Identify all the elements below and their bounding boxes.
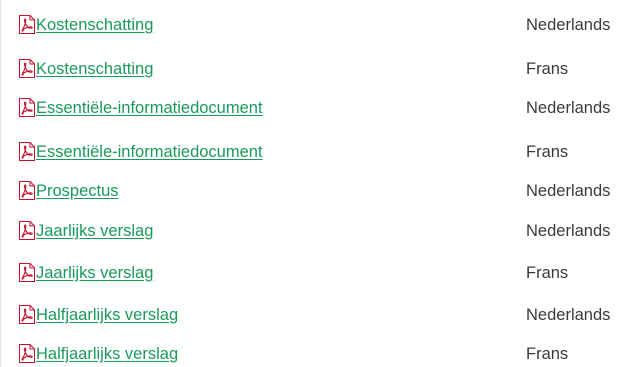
document-language: Nederlands [526, 99, 611, 117]
document-language: Nederlands [526, 222, 611, 240]
document-row: Kostenschatting Frans [1, 56, 638, 82]
pdf-icon[interactable] [18, 344, 36, 363]
pdf-icon[interactable] [18, 221, 36, 240]
pdf-icon[interactable] [18, 305, 36, 324]
document-link[interactable]: Essentiële-informatiedocument [36, 98, 263, 118]
document-link[interactable]: Essentiële-informatiedocument [36, 142, 263, 162]
document-language: Nederlands [526, 16, 611, 34]
document-link[interactable]: Kostenschatting [36, 15, 153, 35]
document-link[interactable]: Jaarlijks verslag [36, 221, 153, 241]
pdf-icon[interactable] [18, 59, 36, 78]
document-link[interactable]: Halfjaarlijks verslag [36, 305, 178, 325]
document-language: Frans [526, 345, 569, 363]
document-row: Essentiële-informatiedocument Frans [1, 139, 638, 165]
document-list: Kostenschatting Nederlands Kostenschatti… [0, 0, 638, 367]
pdf-icon[interactable] [18, 263, 36, 282]
document-language: Frans [526, 60, 569, 78]
document-language: Frans [526, 264, 569, 282]
document-row: Halfjaarlijks verslag Frans [1, 341, 638, 367]
document-language: Nederlands [526, 306, 611, 324]
pdf-icon[interactable] [18, 142, 36, 161]
document-row: Halfjaarlijks verslag Nederlands [1, 302, 638, 328]
document-row: Kostenschatting Nederlands [1, 12, 638, 38]
document-row: Prospectus Nederlands [1, 178, 638, 204]
pdf-icon[interactable] [18, 98, 36, 117]
document-link[interactable]: Kostenschatting [36, 59, 153, 79]
document-link[interactable]: Jaarlijks verslag [36, 263, 153, 283]
document-row: Jaarlijks verslag Frans [1, 260, 638, 286]
pdf-icon[interactable] [18, 181, 36, 200]
document-language: Nederlands [526, 182, 611, 200]
document-language: Frans [526, 143, 569, 161]
pdf-icon[interactable] [18, 15, 36, 34]
document-row: Essentiële-informatiedocument Nederlands [1, 95, 638, 121]
document-link[interactable]: Prospectus [36, 181, 119, 201]
document-link[interactable]: Halfjaarlijks verslag [36, 344, 178, 364]
document-row: Jaarlijks verslag Nederlands [1, 218, 638, 244]
